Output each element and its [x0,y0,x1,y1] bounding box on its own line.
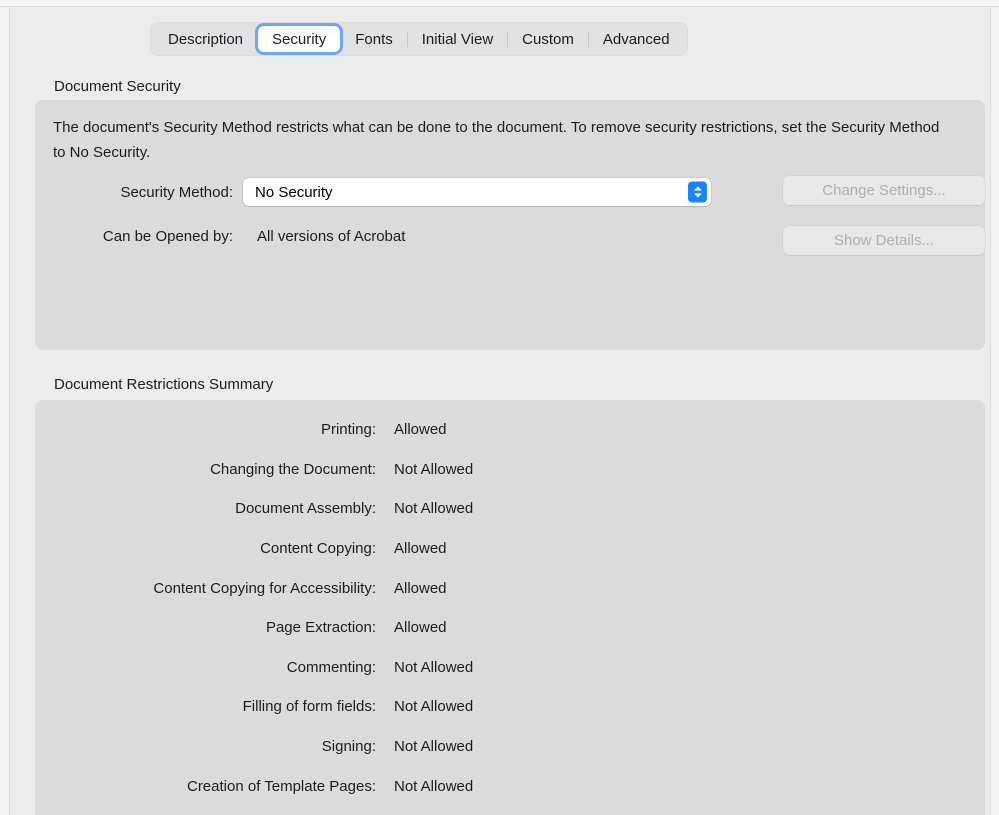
security-description-text: The document's Security Method restricts… [53,119,940,161]
restriction-value: Allowed [394,579,447,597]
restriction-label: Changing the Document: [210,460,376,478]
document-restrictions-panel: Printing: Allowed Changing the Document: No… [35,400,985,815]
chevron-up-down-icon[interactable] [688,181,707,203]
window-content: Description Security Fonts Initial View Cust… [9,8,991,815]
can-be-opened-by-label: Can be Opened by: [102,228,233,245]
restriction-row: Printing: Allowed [35,410,985,450]
tab-security[interactable]: Security [258,26,341,52]
tab-advanced[interactable]: Advanced [589,26,684,52]
security-method-select[interactable]: No Security [243,178,711,206]
restriction-label: Creation of Template Pages: [186,777,376,795]
restriction-label: Content Copying for Accessibility: [153,579,376,597]
tab-initial-view[interactable]: Initial View [408,26,507,52]
document-security-section-title: Document Security [54,78,181,95]
restriction-row: Document Assembly: Not Allowed [35,489,985,529]
change-settings-button[interactable]: Change Settings... [783,176,985,205]
restriction-label: Printing: [320,421,376,439]
restriction-value: Not Allowed [394,698,474,716]
document-security-panel: The document's Security Method restricts… [35,100,985,350]
restriction-label: Document Assembly: [235,500,376,518]
restriction-label: Commenting: [286,658,376,676]
restriction-value: Allowed [394,540,447,558]
restriction-label: Page Extraction: [265,619,376,637]
restriction-value: Not Allowed [394,777,474,795]
restriction-value: Allowed [394,421,447,439]
tab-fonts[interactable]: Fonts [341,26,407,52]
can-be-opened-by-value: All versions of Acrobat [257,228,406,245]
restriction-row: Changing the Document: Not Allowed [35,450,985,490]
restriction-row: Creation of Template Pages: Not Allowed [35,766,985,806]
security-method-value: No Security [255,183,333,201]
restriction-value: Not Allowed [394,738,474,756]
tab-custom[interactable]: Custom [508,26,588,52]
restriction-row: Filling of form fields: Not Allowed [35,687,985,727]
restriction-label: Signing: [321,738,376,756]
document-properties-window: Description Security Fonts Initial View Cust… [0,0,999,815]
restriction-row: Signing: Not Allowed [35,727,985,767]
restriction-value: Not Allowed [394,460,474,478]
restriction-value: Not Allowed [394,658,474,676]
restriction-row: Page Extraction: Allowed [35,608,985,648]
restriction-row: Content Copying for Accessibility: Allowe… [35,568,985,608]
security-method-label: Security Method: [120,183,233,201]
restriction-row: Commenting: Not Allowed [35,648,985,688]
document-restrictions-section-title: Document Restrictions Summary [54,376,274,393]
tab-bar: Description Security Fonts Initial View Cust… [150,22,688,56]
show-details-button[interactable]: Show Details... [783,226,985,255]
restriction-label: Filling of form fields: [242,698,376,716]
restriction-label: Content Copying: [260,540,376,558]
window-title-strip [0,0,999,7]
restriction-row: Content Copying: Allowed [35,529,985,569]
restriction-value: Not Allowed [394,500,474,518]
restriction-value: Allowed [394,619,447,637]
tab-description[interactable]: Description [154,26,257,52]
